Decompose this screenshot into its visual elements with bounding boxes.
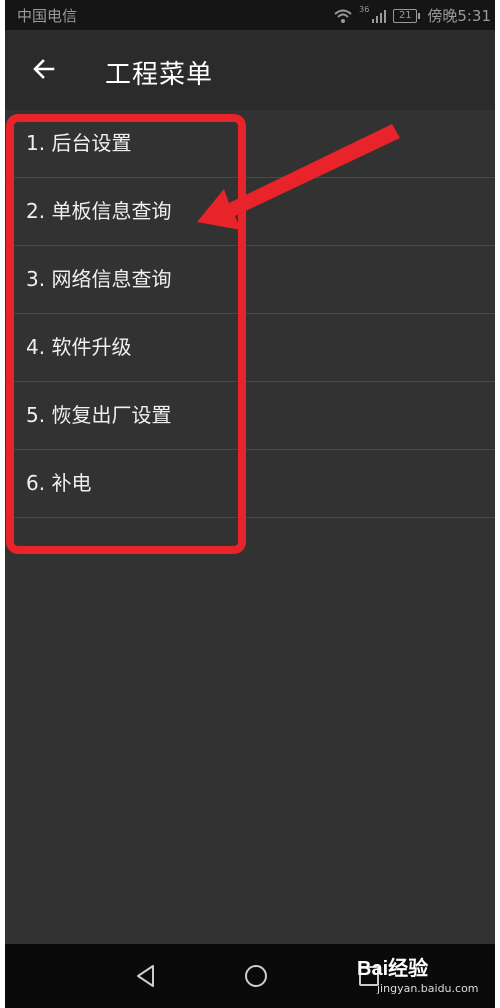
home-circle-icon[interactable] xyxy=(242,962,270,990)
watermark-logo: Bai经验 xyxy=(357,958,429,980)
status-bar: 中国电信 36 21 傍晚5:31 xyxy=(5,0,495,30)
arrow-left-icon[interactable] xyxy=(31,56,57,82)
menu-item-label: 6. 补电 xyxy=(26,471,92,495)
engineering-menu-list: 1. 后台设置 2. 单板信息查询 3. 网络信息查询 4. 软件升级 5. 恢… xyxy=(5,110,495,518)
status-icons: 36 21 傍晚5:31 xyxy=(333,5,491,26)
menu-item-factory-reset[interactable]: 5. 恢复出厂设置 xyxy=(5,382,495,450)
battery-icon: 21 xyxy=(393,8,421,23)
menu-item-battery-charge[interactable]: 6. 补电 xyxy=(5,450,495,518)
menu-item-background-settings[interactable]: 1. 后台设置 xyxy=(5,110,495,178)
signal-icon xyxy=(372,9,387,23)
menu-item-label: 3. 网络信息查询 xyxy=(26,267,172,291)
menu-item-label: 2. 单板信息查询 xyxy=(26,199,172,223)
network-type-label: 36 xyxy=(359,5,370,14)
menu-item-label: 4. 软件升级 xyxy=(26,335,132,359)
carrier-name: 中国电信 xyxy=(17,7,78,25)
wifi-icon xyxy=(334,9,352,23)
page-title: 工程菜单 xyxy=(105,60,214,90)
navigation-bar: Bai经验 jingyan.baidu.com xyxy=(5,944,495,1008)
menu-item-board-info[interactable]: 2. 单板信息查询 xyxy=(5,178,495,246)
baidu-jingyan-watermark: Bai经验 jingyan.baidu.com xyxy=(357,952,479,995)
menu-item-network-info[interactable]: 3. 网络信息查询 xyxy=(5,246,495,314)
phone-screen: 中国电信 36 21 傍晚5:31 工程菜单 1. 后台设置 2. 单板信息查询… xyxy=(5,0,495,1008)
app-bar: 工程菜单 xyxy=(5,30,495,110)
watermark-url: jingyan.baidu.com xyxy=(377,982,479,995)
menu-item-label: 1. 后台设置 xyxy=(26,131,132,155)
menu-item-software-upgrade[interactable]: 4. 软件升级 xyxy=(5,314,495,382)
status-time: 傍晚5:31 xyxy=(427,7,491,25)
menu-item-label: 5. 恢复出厂设置 xyxy=(26,403,172,427)
back-triangle-icon[interactable] xyxy=(132,962,160,990)
